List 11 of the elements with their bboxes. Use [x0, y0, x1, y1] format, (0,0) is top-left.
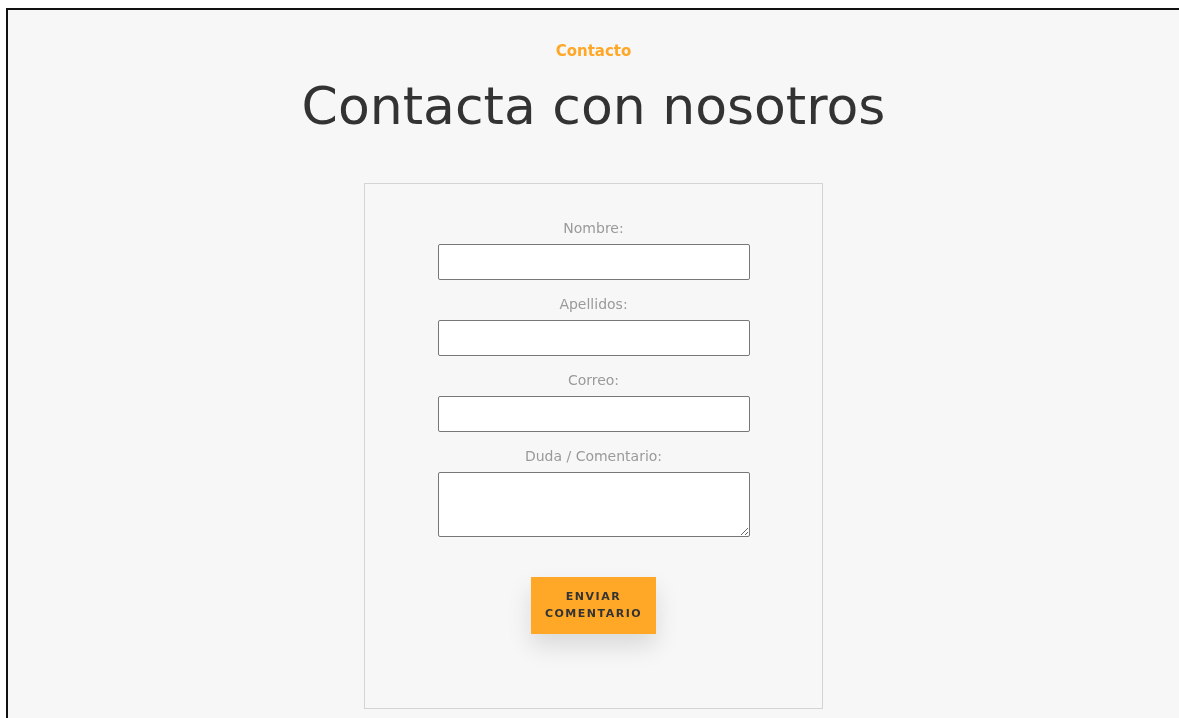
comment-field[interactable]	[437, 471, 750, 537]
field-label: Apellidos:	[558, 294, 629, 314]
section-label: Contacto	[554, 41, 633, 62]
input-field[interactable]	[437, 243, 750, 280]
page-title: Contacta con nosotros	[300, 74, 887, 137]
field-label: Duda / Comentario:	[523, 446, 664, 466]
input-field[interactable]	[437, 319, 750, 356]
input-field[interactable]	[437, 395, 750, 432]
field-label: Correo:	[566, 370, 621, 390]
field-label: Nombre:	[562, 218, 625, 238]
submit-button[interactable]: ENVIAR COMENTARIO	[531, 576, 656, 634]
